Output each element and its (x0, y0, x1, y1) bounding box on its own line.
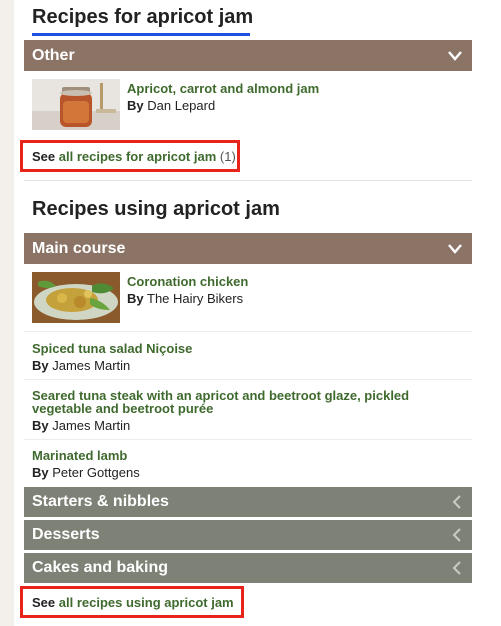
see-all-link-using[interactable]: See all recipes using apricot jam (32, 595, 234, 610)
category-bar-other[interactable]: Other (24, 40, 472, 71)
recipe-link[interactable]: Coronation chicken (127, 274, 248, 289)
recipe-link-line2[interactable]: vegetable and beetroot purée (32, 401, 213, 416)
by-label: By (32, 358, 49, 373)
author-name: Dan Lepard (147, 98, 216, 113)
author-name: The Hairy Bikers (147, 291, 244, 306)
category-bar-cakes[interactable]: Cakes and baking (24, 553, 472, 583)
recipe-count: (1) (219, 149, 236, 164)
chevron-down-icon (448, 40, 462, 71)
by-label: By (127, 291, 144, 306)
category-bar-desserts[interactable]: Desserts (24, 520, 472, 550)
recipe-thumbnail-chicken[interactable] (32, 272, 120, 323)
category-bar-starters[interactable]: Starters & nibbles (24, 487, 472, 517)
section-title-recipes-for: Recipes for apricot jam (32, 6, 254, 28)
section-divider (24, 180, 472, 181)
recipe-link[interactable]: Spiced tuna salad Niçoise (32, 341, 192, 356)
row-divider (24, 439, 472, 440)
recipe-byline: By Peter Gottgens (32, 465, 140, 480)
by-label: By (127, 98, 144, 113)
recipe-link[interactable]: Apricot, carrot and almond jam (127, 81, 319, 96)
see-label: See (32, 149, 56, 164)
recipe-byline: By The Hairy Bikers (127, 291, 243, 306)
chevron-left-icon (452, 553, 462, 583)
by-label: By (32, 465, 49, 480)
author-name: Peter Gottgens (52, 465, 140, 480)
recipe-byline: By James Martin (32, 358, 130, 373)
see-label: See (32, 595, 56, 610)
see-all-link-text[interactable]: all recipes for apricot jam (59, 149, 217, 164)
by-label: By (32, 418, 49, 433)
author-name: James Martin (52, 418, 131, 433)
category-label: Main course (32, 240, 126, 257)
row-divider (24, 379, 472, 380)
see-all-link-for[interactable]: See all recipes for apricot jam (1) (32, 149, 236, 164)
page-left-margin (0, 0, 14, 626)
category-bar-main-course[interactable]: Main course (24, 233, 472, 264)
chevron-down-icon (448, 233, 462, 264)
category-label: Starters & nibbles (32, 493, 169, 510)
section-title-recipes-using: Recipes using apricot jam (32, 198, 280, 220)
recipe-link[interactable]: Marinated lamb (32, 448, 127, 463)
see-all-link-text[interactable]: all recipes using apricot jam (59, 595, 234, 610)
chevron-left-icon (452, 520, 462, 550)
recipe-byline: By James Martin (32, 418, 130, 433)
author-name: James Martin (52, 358, 131, 373)
chevron-left-icon (452, 487, 462, 517)
recipe-thumbnail-jam[interactable] (32, 79, 120, 130)
row-divider (24, 331, 472, 332)
recipe-byline: By Dan Lepard (127, 98, 215, 113)
category-label: Other (32, 47, 75, 64)
category-label: Cakes and baking (32, 559, 169, 576)
category-label: Desserts (32, 526, 100, 543)
title-underline (32, 33, 250, 36)
